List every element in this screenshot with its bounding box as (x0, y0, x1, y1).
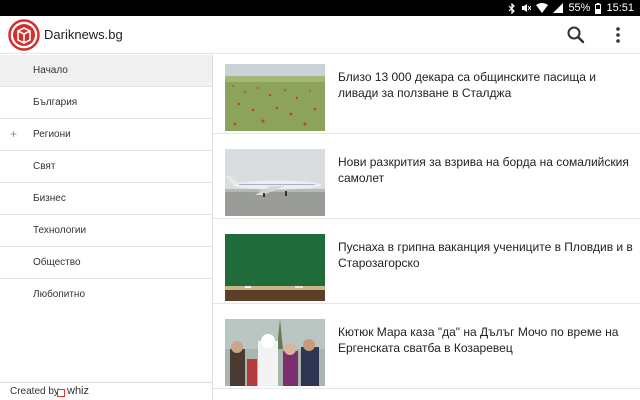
article-headline: Нови разкрития за взрива на борда на сом… (338, 155, 629, 185)
article-card[interactable]: Кютюк Мара каза "да" на Дълъг Мочо по вр… (213, 310, 640, 389)
sidebar-item-label: Начало (33, 65, 68, 76)
battery-percent: 55% (568, 2, 591, 14)
created-by-label: Created by (10, 386, 59, 397)
sidebar-item-label: Любопитно (33, 289, 86, 300)
sidebar-item-bulgaria[interactable]: България (0, 87, 212, 119)
sidebar-item-society[interactable]: Общество (0, 247, 212, 279)
sidebar-item-label: Технологии (33, 225, 87, 236)
sidebar-item-technology[interactable]: Технологии (0, 215, 212, 247)
expand-plus-icon[interactable]: + (10, 127, 17, 141)
sidebar-item-regions[interactable]: + Региони (0, 119, 212, 151)
search-icon (567, 26, 585, 44)
signal-icon (553, 3, 564, 13)
wifi-icon (536, 3, 549, 13)
sidebar-item-label: Бизнес (33, 193, 66, 204)
sidebar-item-home[interactable]: Начало (0, 55, 212, 87)
sidebar-item-label: Свят (33, 161, 56, 172)
article-thumbnail (225, 64, 325, 131)
article-headline: Близо 13 000 декара са общинските пасища… (338, 70, 596, 100)
article-card[interactable]: Нови разкрития за взрива на борда на сом… (213, 140, 640, 219)
sidebar-item-world[interactable]: Свят (0, 151, 212, 183)
clock: 15:51 (606, 2, 634, 14)
sidebar-item-label: Региони (33, 129, 71, 140)
article-thumbnail (225, 149, 325, 216)
bluetooth-icon (508, 2, 516, 14)
battery-icon (595, 2, 602, 14)
article-thumbnail (225, 234, 325, 301)
app-bar: Dariknews.bg (0, 16, 640, 54)
whiz-logo-icon (57, 389, 65, 397)
overflow-menu-button[interactable] (608, 25, 628, 45)
mute-icon (521, 3, 532, 13)
sidebar-item-label: Общество (33, 257, 81, 268)
sidebar-item-label: България (33, 97, 78, 108)
article-headline: Кютюк Мара каза "да" на Дълъг Мочо по вр… (338, 325, 619, 355)
sidebar-item-curious[interactable]: Любопитно (0, 279, 212, 311)
meadow-image-icon (225, 64, 325, 131)
created-by-footer[interactable]: Created by whiz (0, 382, 212, 400)
wedding-crowd-image-icon (225, 319, 325, 386)
article-card[interactable]: Пуснаха в грипна ваканция учениците в Пл… (213, 225, 640, 304)
article-thumbnail (225, 319, 325, 386)
app-title: Dariknews.bg (44, 27, 123, 42)
more-vert-icon (616, 27, 620, 43)
sidebar-item-business[interactable]: Бизнес (0, 183, 212, 215)
article-headline: Пуснаха в грипна ваканция учениците в Пл… (338, 240, 633, 270)
dariknews-logo-icon (8, 19, 40, 51)
navigation-drawer: Начало България + Региони Свят Бизнес Те… (0, 55, 213, 400)
status-bar: 55% 15:51 (0, 0, 640, 16)
whiz-brand-text: whiz (67, 385, 90, 397)
search-button[interactable] (566, 25, 586, 45)
chalkboard-image-icon (225, 234, 325, 301)
airplane-image-icon (225, 149, 325, 216)
article-card[interactable]: Близо 13 000 декара са общинските пасища… (213, 55, 640, 134)
status-indicators: 55% 15:51 (508, 1, 634, 15)
